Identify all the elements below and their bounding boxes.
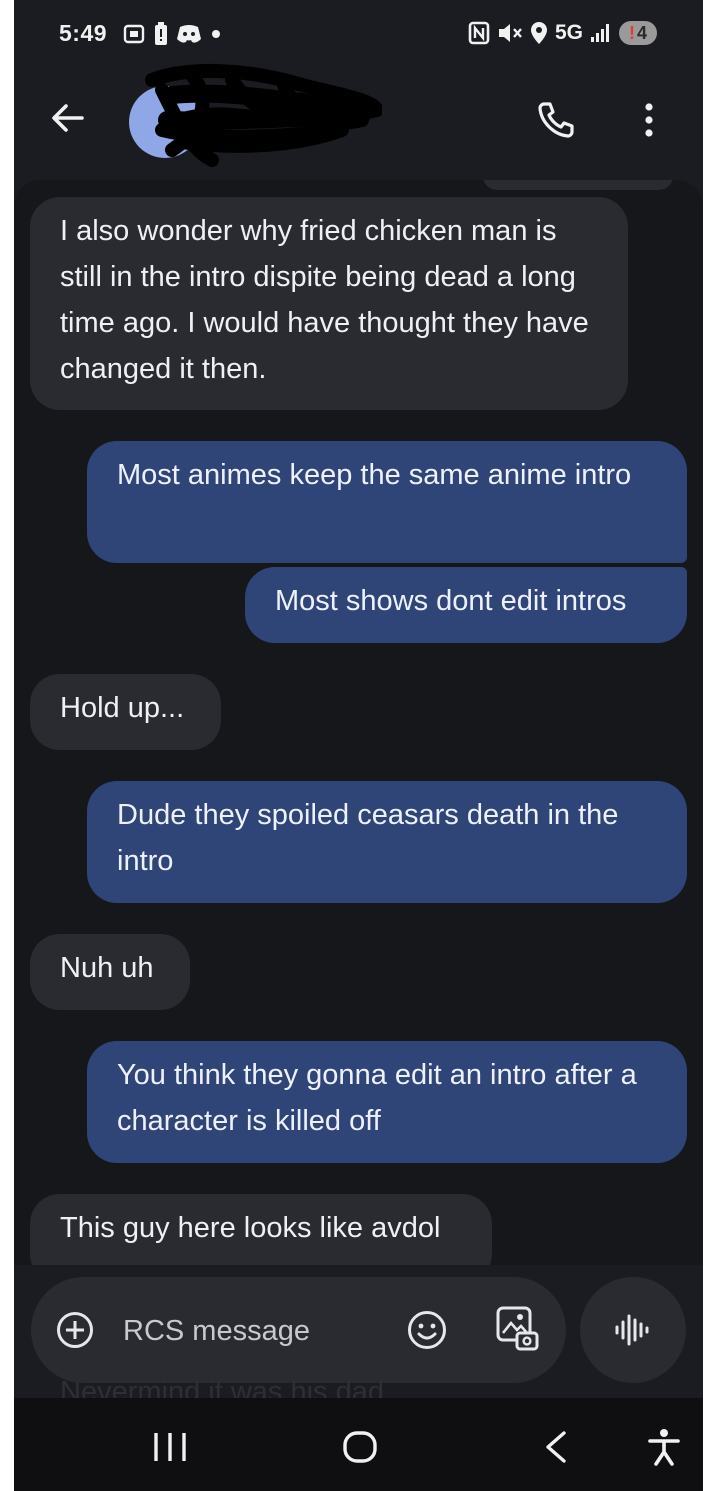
location-icon [530, 22, 547, 44]
network-type: 5G [554, 21, 583, 44]
redaction-scribble [145, 63, 382, 167]
more-vert-icon [645, 103, 653, 137]
message-bubble-incoming[interactable]: I also wonder why fried chicken man is s… [30, 197, 628, 410]
back-button[interactable] [46, 96, 90, 140]
message-list[interactable]: I also wonder why fried chicken man is s… [14, 180, 703, 1265]
message-bubble-outgoing[interactable]: You think they gonna edit an intro after… [87, 1041, 687, 1163]
accessibility-icon[interactable] [646, 1428, 682, 1466]
message-bubble-outgoing[interactable]: Dude they spoiled ceasars death in the i… [87, 781, 687, 903]
phone-screen: 5:49 5G ! 4 I also wonder why fried chic… [14, 0, 703, 1491]
battery-saver-icon [155, 22, 167, 45]
battery-indicator: ! 4 [619, 21, 657, 45]
discord-icon [177, 25, 201, 43]
screenshot-icon [123, 24, 145, 44]
back-arrow-icon [52, 104, 84, 132]
message-bubble-outgoing[interactable]: Most shows dont edit intros [245, 567, 687, 643]
signal-icon [591, 24, 609, 42]
nfc-icon [468, 21, 490, 45]
nav-back-icon[interactable] [542, 1430, 570, 1464]
phone-icon [538, 102, 574, 138]
status-time: 5:49 [59, 20, 108, 46]
notification-dot-icon [212, 30, 220, 38]
conversation-header [14, 63, 703, 172]
home-icon[interactable] [342, 1430, 378, 1464]
message-bubble-incoming[interactable]: Nuh uh [30, 934, 190, 1010]
mute-icon [498, 24, 522, 42]
voice-message-button[interactable] [580, 1277, 686, 1383]
system-navigation-bar [14, 1398, 703, 1491]
more-options-button[interactable] [634, 98, 664, 142]
add-circle-icon[interactable] [55, 1310, 95, 1350]
message-bubble-incoming[interactable]: This guy here looks like avdol [30, 1194, 492, 1265]
gallery-icon[interactable] [495, 1305, 541, 1353]
voice-waveform-icon [615, 1314, 649, 1346]
compose-bar [31, 1277, 566, 1383]
emoji-icon[interactable] [406, 1309, 448, 1351]
message-input[interactable] [121, 1305, 385, 1357]
recent-apps-icon[interactable] [150, 1430, 190, 1464]
message-bubble-outgoing[interactable]: Most animes keep the same anime intro [87, 441, 687, 563]
battery-level: 4 [636, 22, 647, 43]
message-bubble-incoming[interactable]: Hold up... [30, 674, 221, 750]
call-button[interactable] [534, 98, 578, 142]
previous-message-edge [483, 180, 673, 190]
